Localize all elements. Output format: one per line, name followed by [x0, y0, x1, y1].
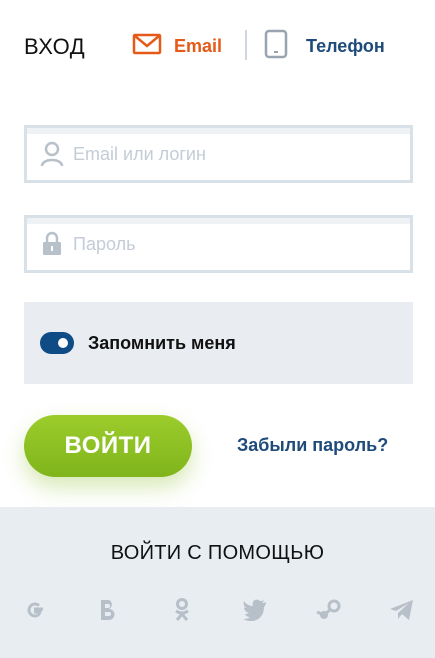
password-field[interactable] [24, 215, 413, 273]
login-header: ВХОД Email Телефон [24, 28, 415, 64]
odnoklassniki-icon[interactable] [169, 597, 195, 623]
twitter-icon[interactable] [242, 597, 268, 623]
phone-icon [264, 29, 288, 64]
login-button[interactable]: ВОЙТИ [24, 415, 192, 477]
password-input[interactable] [73, 224, 373, 264]
tab-email-label: Email [174, 35, 223, 56]
social-icons-row [22, 595, 415, 625]
telegram-icon[interactable] [389, 597, 415, 623]
toggle-knob [58, 338, 68, 348]
remember-me-toggle[interactable] [40, 332, 74, 354]
steam-icon[interactable] [315, 597, 342, 623]
remember-me-row: Запомнить меня [24, 302, 413, 384]
social-login-section: ВОЙТИ С ПОМОЩЬЮ [0, 507, 435, 658]
tab-divider [245, 30, 247, 60]
tab-email[interactable]: Email [132, 30, 222, 62]
email-login-input[interactable] [73, 134, 373, 174]
login-title: ВХОД [24, 34, 86, 59]
social-login-title: ВОЙТИ С ПОМОЩЬЮ [110, 542, 325, 564]
vk-icon[interactable] [95, 597, 121, 623]
lock-icon [39, 231, 65, 257]
envelope-icon [132, 33, 162, 60]
tab-phone[interactable]: Телефон [264, 29, 385, 64]
user-icon [39, 141, 65, 167]
remember-me-label: Запомнить меня [88, 332, 236, 353]
login-panel: ВХОД Email Телефон Email или логин Запом… [0, 0, 435, 658]
tab-phone-label: Телефон [306, 35, 385, 56]
login-field[interactable] [24, 125, 413, 183]
forgot-password-link[interactable]: Забыли пароль? [237, 435, 388, 456]
google-icon[interactable] [22, 597, 48, 623]
